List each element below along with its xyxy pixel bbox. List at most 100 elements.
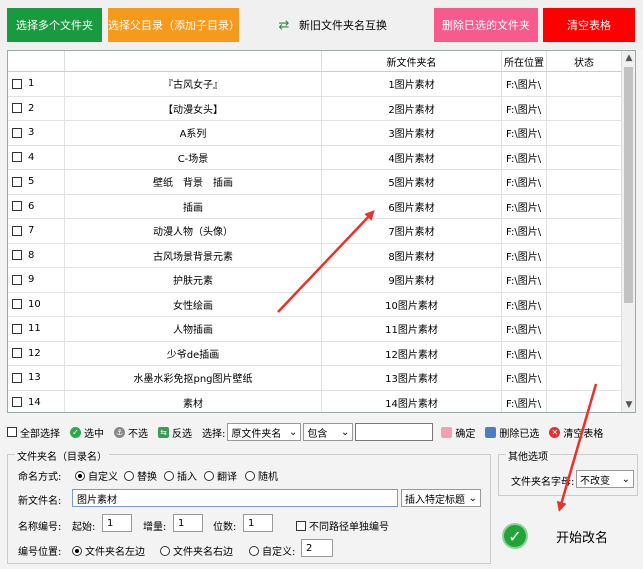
row-checkbox[interactable] [12,201,22,212]
mode-random-radio[interactable]: 随机 [245,468,278,483]
table-row[interactable]: 1 『古风女子』 1图片素材 F:\图片\ [8,72,622,97]
row-checkbox[interactable] [12,397,22,408]
row-checkbox[interactable] [12,225,22,236]
radio-dot[interactable] [245,470,255,481]
table-row[interactable]: 14 素材 14图片素材 F:\图片\ [8,390,622,412]
row-checkbox[interactable] [12,323,22,334]
pos-custom-radio[interactable]: 自定义: [249,543,295,558]
pos-right-radio[interactable]: 文件夹名右边 [160,543,233,558]
status-cell [547,341,622,365]
uncheck-button[interactable]: ⚓ 不选 [114,425,148,440]
independent-box[interactable] [296,520,306,531]
row-checkbox[interactable] [12,274,22,285]
table-row[interactable]: 6 插画 6图片素材 F:\图片\ [8,194,622,219]
row-index-cell[interactable]: 1 [8,72,65,96]
table-row[interactable]: 11 人物插画 11图片素材 F:\图片\ [8,317,622,342]
radio-dot[interactable] [75,470,85,481]
row-checkbox[interactable] [12,78,22,89]
invert-button[interactable]: ⇆ 反选 [158,425,192,440]
row-index-cell[interactable]: 8 [8,243,65,267]
row-index-cell[interactable]: 7 [8,219,65,243]
radio-dot[interactable] [164,470,174,481]
row-checkbox[interactable] [12,127,22,138]
table-row[interactable]: 12 少爷de插画 12图片素材 F:\图片\ [8,341,622,366]
row-checkbox[interactable] [12,152,22,163]
old-name-cell: 女性绘画 [65,292,322,316]
mode-replace-radio[interactable]: 替换 [124,468,157,483]
clear-table-button[interactable]: 清空表格 [543,8,635,42]
radio-dot[interactable] [72,545,82,556]
select-all-checkbox[interactable]: 全部选择 [7,425,60,440]
check-button[interactable]: ✓ 选中 [70,425,104,440]
row-index-cell[interactable]: 9 [8,268,65,292]
table-row[interactable]: 5 壁纸 背景 插画 5图片素材 F:\图片\ [8,170,622,195]
case-select[interactable]: 不改变 ⌄ [576,470,634,488]
chevron-down-icon: ⌄ [468,492,477,504]
mode-custom-radio[interactable]: 自定义 [75,468,118,483]
mode-insert-radio[interactable]: 插入 [164,468,197,483]
table-row[interactable]: 10 女性绘画 10图片素材 F:\图片\ [8,292,622,317]
row-index-cell[interactable]: 6 [8,194,65,218]
row-index-cell[interactable]: 4 [8,145,65,169]
table-row[interactable]: 3 A系列 3图片素材 F:\图片\ [8,121,622,146]
radio-dot[interactable] [124,470,134,481]
new-name-input[interactable]: 图片素材 [72,489,398,507]
increment-input[interactable]: 1 [173,514,203,532]
insert-tag-select[interactable]: 插入特定标题 ⌄ [401,489,481,507]
select-multiple-folders-button[interactable]: 选择多个文件夹 [7,8,102,42]
other-options-legend: 其他选项 [506,448,550,463]
radio-dot[interactable] [160,545,170,556]
row-index-cell[interactable]: 13 [8,366,65,390]
table-row[interactable]: 4 C-场景 4图片素材 F:\图片\ [8,145,622,170]
row-index-cell[interactable]: 14 [8,390,65,412]
chevron-down-icon: ⌄ [340,426,350,438]
row-checkbox[interactable] [12,250,22,261]
pos-right-label: 文件夹名右边 [173,547,233,558]
select-parent-dir-button[interactable]: 选择父目录（添加子目录） [108,8,240,42]
table-row[interactable]: 9 护肤元素 9图片素材 F:\图片\ [8,268,622,293]
clear-button[interactable]: ✕ 清空表格 [549,425,603,440]
old-name-cell: A系列 [65,121,322,145]
table-row[interactable]: 8 古风场景背景元素 8图片素材 F:\图片\ [8,243,622,268]
start-rename-button[interactable]: ✓ 开始改名 [496,512,636,560]
swap-names-button[interactable]: ⇄ 新旧文件夹名互换 [275,8,395,42]
clear-label: 清空表格 [563,428,604,440]
row-index-cell[interactable]: 11 [8,317,65,341]
remove-selected-folders-button[interactable]: 删除已选的文件夹 [434,8,538,42]
scroll-up-icon[interactable]: ▲ [622,51,635,65]
field-select[interactable]: 原文件夹名 ⌄ [227,423,302,441]
match-select[interactable]: 包含 ⌄ [303,423,354,441]
row-checkbox[interactable] [12,176,22,187]
old-name-cell: 人物插画 [65,317,322,341]
row-checkbox[interactable] [12,372,22,383]
pos-left-radio[interactable]: 文件夹名左边 [72,543,145,558]
vertical-scrollbar[interactable]: ▲ ▼ [621,51,635,412]
row-index-cell[interactable]: 2 [8,96,65,120]
row-index-cell[interactable]: 12 [8,341,65,365]
row-checkbox[interactable] [12,103,22,114]
table-row[interactable]: 2 【动漫女头】 2图片素材 F:\图片\ [8,96,622,121]
scroll-down-icon[interactable]: ▼ [622,398,635,412]
independent-checkbox[interactable]: 不同路径单独编号 [296,518,389,533]
digits-input[interactable]: 1 [243,514,273,532]
start-input[interactable]: 1 [102,514,132,532]
confirm-button[interactable]: 确定 [441,425,475,440]
row-index-cell[interactable]: 3 [8,121,65,145]
mode-translate-radio[interactable]: 翻译 [204,468,237,483]
radio-dot[interactable] [249,545,259,556]
location-cell: F:\图片\ [502,96,547,120]
delete-selected-button[interactable]: 删除已选 [485,425,539,440]
pos-custom-input[interactable]: 2 [301,539,333,557]
table-row[interactable]: 7 动漫人物（头像） 7图片素材 F:\图片\ [8,219,622,244]
row-index-cell[interactable]: 5 [8,170,65,194]
table-row[interactable]: 13 水墨水彩免抠png图片壁纸 13图片素材 F:\图片\ [8,366,622,391]
select-all-box[interactable] [7,427,17,437]
status-cell [547,170,622,194]
filter-input[interactable] [355,423,434,441]
row-checkbox[interactable] [12,348,22,359]
row-index-cell[interactable]: 10 [8,292,65,316]
row-checkbox[interactable] [12,299,22,310]
row-number: 12 [28,347,41,359]
radio-dot[interactable] [204,470,214,481]
scrollbar-thumb[interactable] [624,67,633,303]
